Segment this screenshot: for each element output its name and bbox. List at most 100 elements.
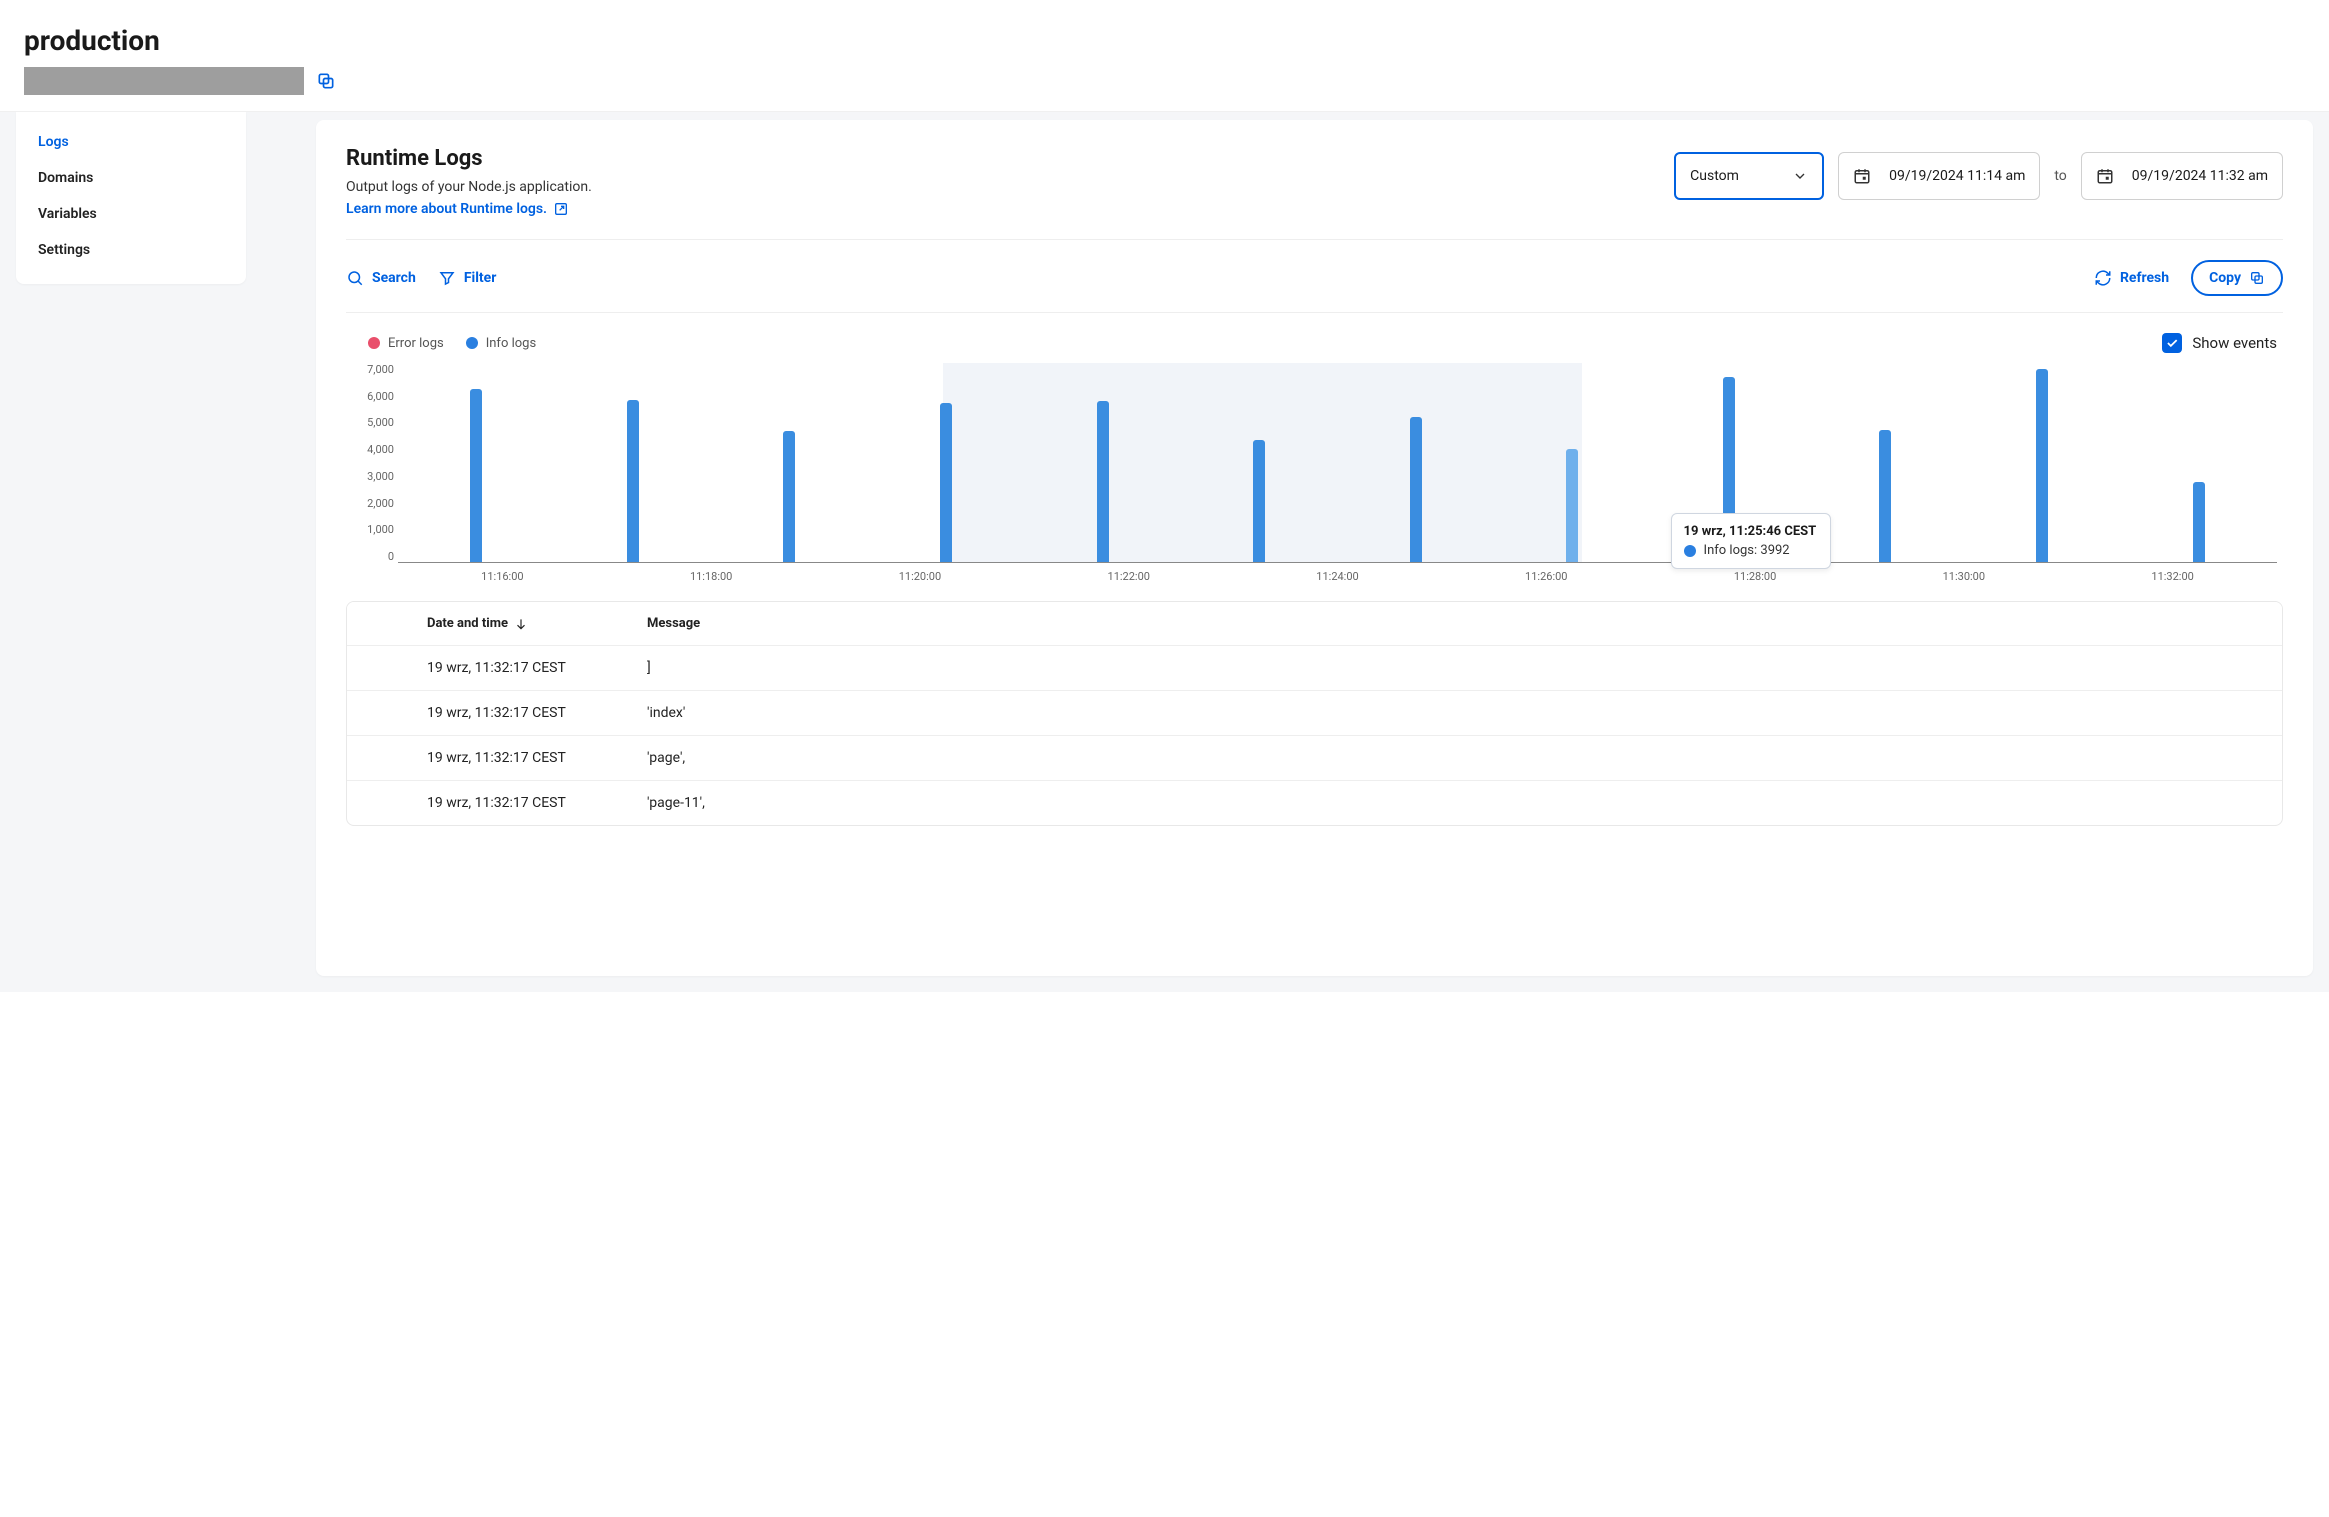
to-date-picker[interactable]: 09/19/2024 11:32 am xyxy=(2081,152,2283,200)
copy-button[interactable]: Copy xyxy=(2191,260,2283,296)
log-table: Date and time Message 19 wrz, 11:32:17 C… xyxy=(346,601,2283,826)
bar[interactable] xyxy=(2120,363,2277,562)
sidebar: LogsDomainsVariablesSettings xyxy=(16,112,246,284)
copy-icon xyxy=(316,71,336,91)
range-preset-select[interactable]: Custom xyxy=(1674,152,1824,200)
legend-info-label: Info logs xyxy=(486,336,536,351)
tooltip-text: Info logs: 3992 xyxy=(1704,543,1790,558)
bar[interactable] xyxy=(1494,363,1651,562)
chart-plot[interactable]: 7,0006,0005,0004,0003,0002,0001,0000 11:… xyxy=(350,363,2283,583)
bar[interactable] xyxy=(1807,363,1964,562)
sidebar-item-logs[interactable]: Logs xyxy=(16,124,246,160)
filter-icon xyxy=(438,269,456,287)
x-tick: 11:24:00 xyxy=(1316,570,1358,583)
page-title: production xyxy=(24,24,2329,57)
bar[interactable] xyxy=(1337,363,1494,562)
sort-desc-icon xyxy=(514,617,528,631)
column-header-message[interactable]: Message xyxy=(647,616,2282,631)
plot-region xyxy=(398,363,2277,563)
table-row[interactable]: 19 wrz, 11:32:17 CEST'page-11', xyxy=(347,781,2282,825)
bar-fill xyxy=(940,403,952,562)
table-row[interactable]: 19 wrz, 11:32:17 CEST] xyxy=(347,646,2282,691)
table-header: Date and time Message xyxy=(347,602,2282,646)
legend-error: Error logs xyxy=(368,336,444,351)
sidebar-item-settings[interactable]: Settings xyxy=(16,232,246,268)
filter-label: Filter xyxy=(464,270,497,286)
x-tick: 11:22:00 xyxy=(1108,570,1150,583)
bar-fill xyxy=(1097,401,1109,562)
refresh-label: Refresh xyxy=(2120,270,2169,286)
panel-subtitle: Output logs of your Node.js application. xyxy=(346,179,592,195)
calendar-icon xyxy=(2096,167,2114,185)
bar[interactable] xyxy=(868,363,1025,562)
y-tick: 7,000 xyxy=(350,363,394,376)
filter-button[interactable]: Filter xyxy=(438,269,497,287)
show-events-toggle[interactable]: Show events xyxy=(2162,333,2277,353)
from-date-picker[interactable]: 09/19/2024 11:14 am xyxy=(1838,152,2040,200)
sidebar-item-variables[interactable]: Variables xyxy=(16,196,246,232)
chart-legend: Error logs Info logs xyxy=(368,336,536,351)
tooltip-title: 19 wrz, 11:25:46 CEST xyxy=(1684,524,1818,539)
column-header-date[interactable]: Date and time xyxy=(427,616,647,631)
chevron-down-icon xyxy=(1792,168,1808,184)
copy-label: Copy xyxy=(2209,270,2241,286)
x-tick: 11:16:00 xyxy=(481,570,523,583)
y-tick: 0 xyxy=(350,550,394,563)
chart-tooltip: 19 wrz, 11:25:46 CEST Info logs: 3992 xyxy=(1671,513,1831,569)
refresh-button[interactable]: Refresh xyxy=(2094,269,2169,287)
sidebar-item-domains[interactable]: Domains xyxy=(16,160,246,196)
show-events-label: Show events xyxy=(2192,334,2277,352)
copy-icon xyxy=(2249,270,2265,286)
bar[interactable] xyxy=(398,363,555,562)
x-tick: 11:30:00 xyxy=(1943,570,1985,583)
time-range-controls: Custom 09/19/2024 11:14 am to 09/19/2024… xyxy=(1674,152,2283,200)
bar[interactable] xyxy=(711,363,868,562)
toolbar: Search Filter Refresh Copy xyxy=(346,240,2283,313)
bar-fill xyxy=(2193,482,2205,562)
bar[interactable] xyxy=(1964,363,2121,562)
x-axis: 11:16:0011:18:0011:20:0011:22:0011:24:00… xyxy=(398,565,2277,583)
to-label: to xyxy=(2054,168,2066,184)
panel-title: Runtime Logs xyxy=(346,146,592,171)
dot-icon xyxy=(466,337,478,349)
table-row[interactable]: 19 wrz, 11:32:17 CEST'index' xyxy=(347,691,2282,736)
bar[interactable] xyxy=(1181,363,1338,562)
y-tick: 3,000 xyxy=(350,470,394,483)
copy-name-button[interactable] xyxy=(316,71,336,91)
cell-date: 19 wrz, 11:32:17 CEST xyxy=(427,705,647,721)
x-tick: 11:32:00 xyxy=(2151,570,2193,583)
cell-message: 'page', xyxy=(647,750,2282,766)
bar[interactable] xyxy=(555,363,712,562)
cell-message: ] xyxy=(647,660,2282,676)
checkbox-icon xyxy=(2162,333,2182,353)
main-panel: Runtime Logs Output logs of your Node.js… xyxy=(316,120,2313,976)
cell-message: 'page-11', xyxy=(647,795,2282,811)
bar-fill xyxy=(1566,449,1578,562)
external-link-icon xyxy=(553,201,569,217)
y-tick: 1,000 xyxy=(350,523,394,536)
x-tick: 11:26:00 xyxy=(1525,570,1567,583)
x-tick: 11:18:00 xyxy=(690,570,732,583)
bar-fill xyxy=(470,389,482,562)
search-icon xyxy=(346,269,364,287)
y-axis: 7,0006,0005,0004,0003,0002,0001,0000 xyxy=(350,363,394,563)
table-row[interactable]: 19 wrz, 11:32:17 CEST'page', xyxy=(347,736,2282,781)
cell-date: 19 wrz, 11:32:17 CEST xyxy=(427,795,647,811)
y-tick: 5,000 xyxy=(350,416,394,429)
redacted-name xyxy=(24,67,304,95)
bar-fill xyxy=(1410,417,1422,562)
page-header: production xyxy=(0,0,2329,112)
to-date-value: 09/19/2024 11:32 am xyxy=(2132,168,2268,184)
legend-error-label: Error logs xyxy=(388,336,444,351)
bar-fill xyxy=(1879,430,1891,562)
learn-more-link[interactable]: Learn more about Runtime logs. xyxy=(346,201,569,217)
dot-icon xyxy=(368,337,380,349)
y-tick: 6,000 xyxy=(350,390,394,403)
search-button[interactable]: Search xyxy=(346,269,416,287)
legend-info: Info logs xyxy=(466,336,536,351)
bar-fill xyxy=(627,400,639,562)
calendar-icon xyxy=(1853,167,1871,185)
bar[interactable] xyxy=(1024,363,1181,562)
dot-icon xyxy=(1684,545,1696,557)
cell-date: 19 wrz, 11:32:17 CEST xyxy=(427,750,647,766)
